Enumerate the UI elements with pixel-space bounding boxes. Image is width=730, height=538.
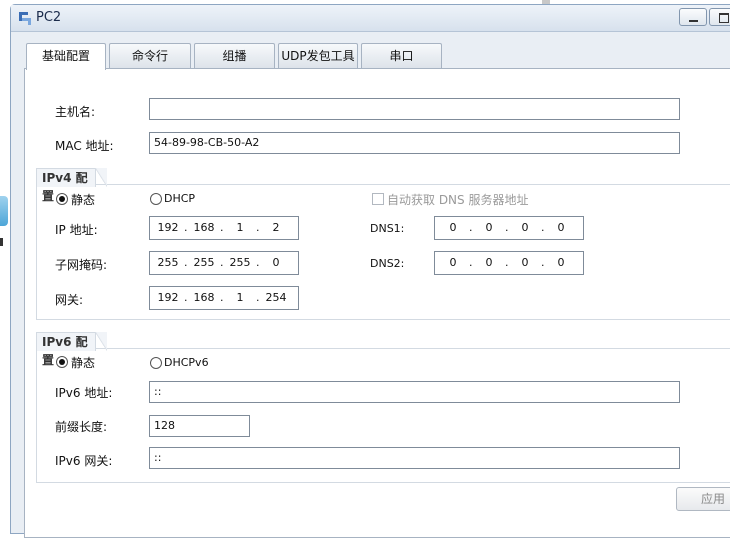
gateway-octet-2: 168 (193, 291, 215, 304)
ip-dot: . (220, 221, 224, 234)
ipv4-group-title: IPv4 配置 (36, 168, 107, 203)
apply-button[interactable]: 应用 (676, 487, 730, 511)
tab-basic-config[interactable]: 基础配置 (26, 43, 106, 70)
subnet-mask-input[interactable]: 255 . 255 . 255 . 0 (149, 251, 299, 275)
maximize-button[interactable] (709, 8, 730, 26)
pc-app-icon (19, 12, 31, 25)
ipv6-dhcp-radio[interactable] (150, 357, 162, 369)
dns2-octet-1: 0 (449, 256, 457, 269)
ipv6-dhcp-label: DHCPv6 (164, 356, 209, 369)
ip-octet-3: 1 (236, 221, 244, 234)
tab-serial-port[interactable]: 串口 (361, 43, 442, 68)
ip-dot: . (184, 291, 188, 304)
gateway-octet-3: 1 (236, 291, 244, 304)
desktop-icon-label (0, 238, 3, 246)
ipv6-static-radio[interactable] (56, 356, 68, 368)
gateway-input[interactable]: 192 . 168 . 1 . 254 (149, 286, 299, 310)
ip-dot: . (469, 256, 473, 269)
gateway-octet-4: 254 (265, 291, 287, 304)
ip-dot: . (256, 221, 260, 234)
prefix-length-input[interactable]: 128 (149, 415, 250, 437)
dns2-octet-4: 0 (557, 256, 565, 269)
ipv4-static-label: 静态 (71, 193, 96, 207)
ip-octet-1: 192 (157, 221, 179, 234)
gateway-label: 网关: (55, 293, 84, 307)
auto-dns-label: 自动获取 DNS 服务器地址 (387, 193, 529, 207)
ip-octet-4: 2 (272, 221, 280, 234)
basic-config-panel: 主机名: MAC 地址: 54-89-98-CB-50-A2 IPv4 配置 静… (24, 68, 730, 538)
ipv6-address-input[interactable]: :: (149, 381, 680, 403)
ipv6-gateway-label: IPv6 网关: (55, 454, 113, 468)
dns2-octet-3: 0 (521, 256, 529, 269)
mac-field[interactable]: 54-89-98-CB-50-A2 (149, 132, 680, 154)
dns2-label: DNS2: (370, 257, 405, 270)
ip-dot: . (505, 221, 509, 234)
ipv6-gateway-input[interactable]: :: (149, 447, 680, 469)
ipv4-static-radio[interactable] (56, 193, 68, 205)
ipv4-dhcp-label: DHCP (164, 192, 196, 205)
tab-multicast[interactable]: 组播 (194, 43, 275, 68)
background-desktop-strip (0, 0, 10, 526)
ip-dot: . (256, 291, 260, 304)
mask-octet-2: 255 (193, 256, 215, 269)
dns1-input[interactable]: 0 . 0 . 0 . 0 (434, 216, 584, 240)
minimize-button[interactable] (679, 8, 707, 26)
dns2-octet-2: 0 (485, 256, 493, 269)
tab-udp-tool[interactable]: UDP发包工具 (278, 43, 358, 68)
ipv4-dhcp-radio[interactable] (150, 193, 162, 205)
ip-dot: . (220, 256, 224, 269)
mac-label: MAC 地址: (55, 139, 114, 153)
mask-octet-1: 255 (157, 256, 179, 269)
title-bar[interactable]: PC2 (11, 5, 730, 32)
ip-dot: . (184, 221, 188, 234)
ipv6-address-label: IPv6 地址: (55, 386, 113, 400)
dns1-octet-4: 0 (557, 221, 565, 234)
dns2-input[interactable]: 0 . 0 . 0 . 0 (434, 251, 584, 275)
ip-dot: . (256, 256, 260, 269)
tab-command-line[interactable]: 命令行 (109, 43, 191, 68)
mask-octet-4: 0 (272, 256, 280, 269)
hostname-label: 主机名: (55, 105, 96, 119)
ip-dot: . (541, 221, 545, 234)
auto-dns-checkbox[interactable] (372, 193, 384, 205)
window-title: PC2 (36, 10, 62, 25)
ip-dot: . (505, 256, 509, 269)
dns1-octet-2: 0 (485, 221, 493, 234)
ip-address-label: IP 地址: (55, 223, 98, 237)
desktop-icon (0, 196, 8, 226)
ip-address-input[interactable]: 192 . 168 . 1 . 2 (149, 216, 299, 240)
ipv6-group-title: IPv6 配置 (36, 332, 107, 367)
hostname-input[interactable] (149, 98, 680, 120)
mask-octet-3: 255 (229, 256, 251, 269)
ip-octet-2: 168 (193, 221, 215, 234)
ip-dot: . (184, 256, 188, 269)
subnet-mask-label: 子网掩码: (55, 258, 108, 272)
dns1-label: DNS1: (370, 222, 405, 235)
gateway-octet-1: 192 (157, 291, 179, 304)
ip-dot: . (541, 256, 545, 269)
dns1-octet-3: 0 (521, 221, 529, 234)
ipv6-static-label: 静态 (71, 356, 96, 370)
ip-dot: . (220, 291, 224, 304)
prefix-length-label: 前缀长度: (55, 420, 108, 434)
dns1-octet-1: 0 (449, 221, 457, 234)
pc-config-window: PC2 基础配置 命令行 组播 UDP发包工具 串口 主机名: MAC 地址: … (10, 4, 730, 538)
ip-dot: . (469, 221, 473, 234)
